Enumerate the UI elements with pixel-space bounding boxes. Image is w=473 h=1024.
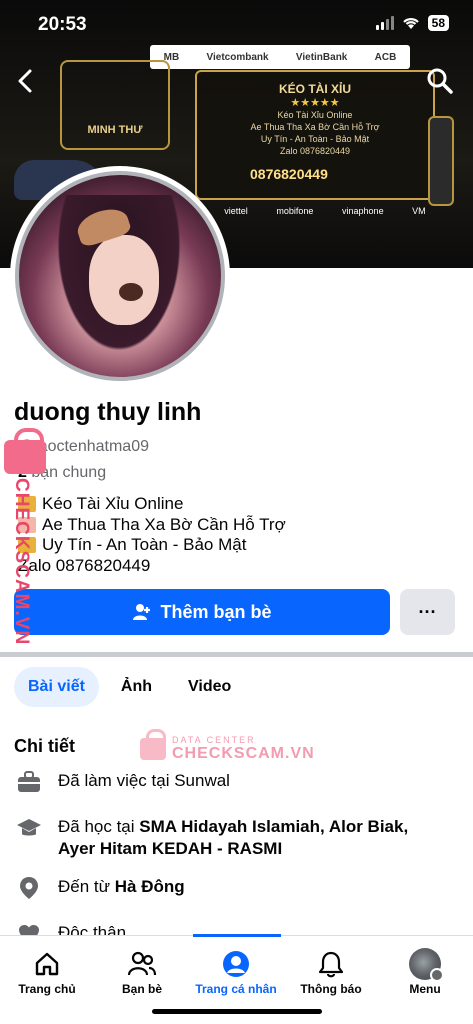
nav-active-indicator: [193, 934, 281, 937]
status-time: 20:53: [38, 14, 87, 35]
more-options-button[interactable]: ···: [400, 589, 455, 635]
cover-stars: ★★★★★: [290, 97, 340, 109]
bell-icon: [318, 951, 344, 978]
avatar-image: [15, 171, 225, 381]
home-indicator: [152, 1009, 322, 1014]
menu-avatar-icon: [409, 948, 444, 982]
watermark-center: DATA CENTER CHECKSCAM.VN: [140, 729, 315, 763]
detail-hometown: Đến từ Hà Đông: [14, 876, 185, 900]
add-friend-label: Thêm bạn bè: [160, 601, 272, 622]
lock-watermark-icon: [4, 428, 46, 474]
cover-telco: mobifone: [276, 206, 314, 216]
cover-bank: Vietcombank: [206, 51, 269, 63]
nav-menu-label: Menu: [409, 982, 441, 996]
more-icon: ···: [418, 601, 437, 622]
nav-home-label: Trang chủ: [18, 982, 76, 996]
signal-icon: [375, 16, 394, 30]
watermark-big-text: CHECKSCAM.VN: [172, 745, 315, 762]
detail-education-text: Đã học tại SMA Hidayah Islamiah, Alor Bi…: [58, 817, 409, 858]
cover-line: Kéo Tài Xỉu Online: [277, 110, 353, 120]
nav-notifications[interactable]: Thông báo: [284, 946, 378, 996]
location-pin-icon: [14, 876, 44, 900]
friends-icon: [127, 951, 157, 976]
profile-icon: [223, 951, 249, 977]
back-button[interactable]: [14, 68, 40, 94]
cover-telco: viettel: [224, 206, 248, 216]
details-title: Chi tiết: [14, 736, 75, 756]
bio-line: Zalo 0876820449: [18, 556, 286, 577]
watermark-small-text: DATA CENTER: [172, 735, 256, 745]
profile-bio: Kéo Tài Xỉu Online Ae Thua Tha Xa Bờ Cần…: [18, 494, 286, 576]
section-divider: [0, 652, 473, 657]
watermark-side-text: CHECKSCAM.VN: [11, 478, 32, 646]
bio-line: Uy Tín - An Toàn - Bảo Mật: [18, 535, 286, 556]
home-icon: [35, 952, 59, 976]
profile-avatar[interactable]: [10, 166, 230, 386]
briefcase-icon: [14, 770, 44, 794]
detail-work-text: Đã làm việc tại Sunwal: [58, 771, 230, 790]
profile-tabs: Bài viết Ảnh Video: [14, 667, 245, 707]
cover-bank: VietinBank: [295, 51, 348, 63]
graduation-cap-icon: [14, 816, 44, 840]
detail-work: Đã làm việc tại Sunwal: [14, 770, 230, 794]
nav-home[interactable]: Trang chủ: [0, 946, 94, 996]
status-bar: 20:53 58: [0, 0, 473, 52]
cover-phone-image: [428, 116, 454, 206]
nav-friends[interactable]: Bạn bè: [95, 946, 189, 996]
bio-line: Kéo Tài Xỉu Online: [18, 494, 286, 515]
nav-notifications-label: Thông báo: [300, 982, 362, 996]
tab-posts[interactable]: Bài viết: [14, 667, 99, 707]
cover-panel-title: KÉO TÀI XỈU: [278, 82, 351, 96]
cover-logo: MINH THƯ: [60, 60, 170, 150]
cover-line: Zalo 0876820449: [279, 146, 351, 156]
cover-telco: vinaphone: [342, 206, 384, 216]
nav-friends-label: Bạn bè: [121, 982, 162, 996]
lock-watermark-icon: [140, 729, 166, 760]
profile-name: duong thuy linh: [14, 398, 202, 426]
chevron-left-icon: [18, 69, 32, 93]
bio-text: Kéo Tài Xỉu Online: [42, 494, 184, 513]
bio-line: Ae Thua Tha Xa Bờ Cần Hỗ Trợ: [18, 515, 286, 536]
detail-education: Đã học tại SMA Hidayah Islamiah, Alor Bi…: [14, 816, 444, 860]
bio-text: Ae Thua Tha Xa Bờ Cần Hỗ Trợ: [42, 514, 286, 534]
battery-icon: 58: [427, 15, 449, 31]
cover-telco-bar: viettel mobifone vinaphone VM: [210, 200, 440, 222]
search-icon: [427, 68, 453, 94]
cover-line: Uy Tín - An Toàn - Bảo Mật: [260, 134, 370, 144]
wifi-icon: [402, 18, 419, 29]
nav-profile[interactable]: Trang cá nhân: [189, 946, 283, 996]
add-friend-button[interactable]: Thêm bạn bè: [14, 589, 390, 635]
bio-text: Uy Tín - An Toàn - Bảo Mật: [42, 535, 247, 554]
nav-menu[interactable]: Menu: [378, 946, 472, 996]
cover-phone: 0876820449: [250, 166, 328, 182]
cover-telco: VM: [412, 206, 426, 216]
watermark-side: CHECKSCAM.VN: [4, 428, 46, 646]
detail-hometown-text: Đến từ Hà Đông: [58, 877, 185, 896]
cover-bank: ACB: [374, 51, 397, 63]
search-button[interactable]: [425, 66, 455, 96]
add-person-icon: [133, 604, 151, 620]
nav-profile-label: Trang cá nhân: [195, 982, 277, 996]
status-icons: 58: [375, 15, 449, 31]
tab-photos[interactable]: Ảnh: [107, 667, 166, 707]
tab-videos[interactable]: Video: [174, 667, 245, 707]
cover-line: Ae Thua Tha Xa Bờ Cần Hỗ Trợ: [250, 122, 380, 132]
